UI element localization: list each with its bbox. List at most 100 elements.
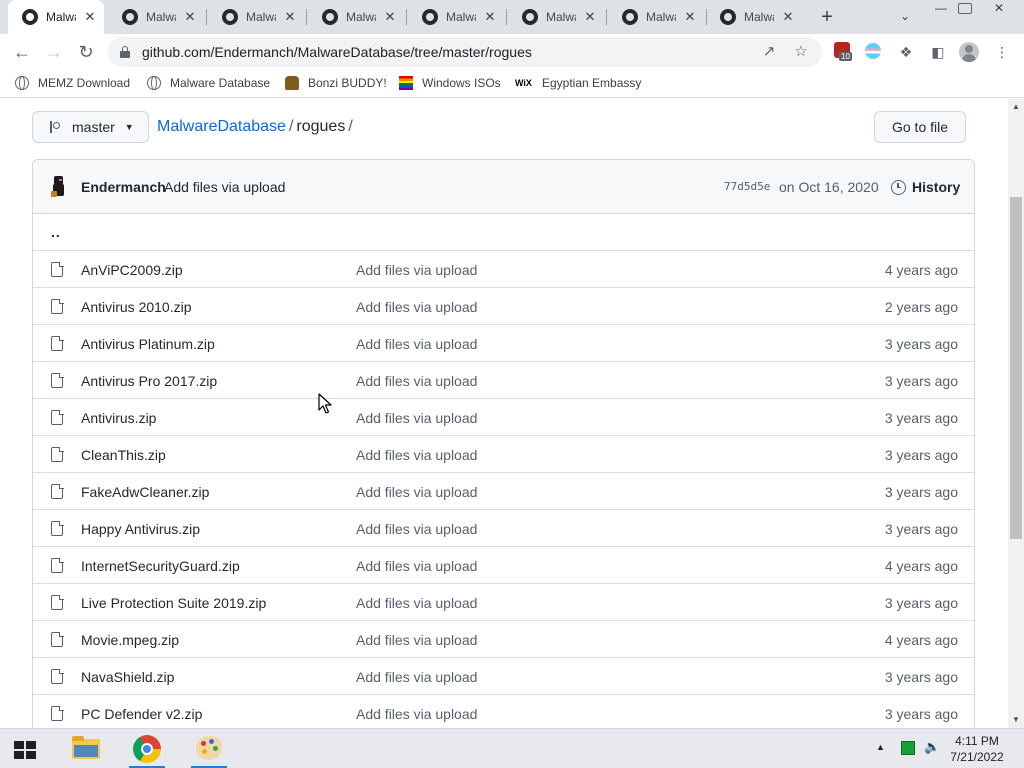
file-name-link[interactable]: Antivirus 2010.zip: [81, 299, 192, 315]
file-row[interactable]: NavaShield.zip Add files via upload 3 year…: [33, 658, 974, 695]
page-scrollbar[interactable]: ▲ ▼: [1008, 99, 1024, 728]
address-bar[interactable]: github.com/Endermanch/MalwareDatabase/tr…: [108, 37, 822, 67]
browser-tab[interactable]: Malware Database ✕: [108, 0, 204, 34]
browser-tab[interactable]: Malware Database ✕: [8, 0, 104, 34]
tab-close-icon[interactable]: ✕: [184, 9, 196, 25]
file-row[interactable]: Antivirus Pro 2017.zip Add files via uplo…: [33, 362, 974, 399]
file-name-link[interactable]: PC Defender v2.zip: [81, 706, 202, 722]
file-commit-message-link[interactable]: Add files via upload: [356, 558, 477, 574]
bookmark-egyptian-embassy[interactable]: WiX Egyptian Embassy: [515, 76, 641, 90]
commit-author-link[interactable]: Endermanch: [81, 179, 166, 195]
file-name-link[interactable]: FakeAdwCleaner.zip: [81, 484, 209, 500]
browser-tab[interactable]: Malware Database ✕: [508, 0, 604, 34]
menu-kebab-icon[interactable]: ⋮: [992, 42, 1012, 62]
author-avatar[interactable]: [49, 176, 69, 198]
file-row[interactable]: Antivirus Platinum.zip Add files via uplo…: [33, 325, 974, 362]
file-name-link[interactable]: CleanThis.zip: [81, 447, 166, 463]
profile-avatar-icon[interactable]: [959, 42, 979, 62]
new-tab-button[interactable]: +: [817, 5, 837, 29]
bookmark-bonzi-buddy[interactable]: Bonzi BUDDY!: [285, 76, 387, 90]
file-row[interactable]: InternetSecurityGuard.zip Add files via u…: [33, 547, 974, 584]
file-name-link[interactable]: AnViPC2009.zip: [81, 262, 183, 278]
bookmark-windows-isos[interactable]: Windows ISOs: [399, 76, 501, 90]
file-commit-message-link[interactable]: Add files via upload: [356, 484, 477, 500]
file-name-link[interactable]: Happy Antivirus.zip: [81, 521, 200, 537]
parent-directory-link[interactable]: ..: [51, 224, 61, 240]
forward-arrow-icon[interactable]: →: [42, 40, 66, 64]
file-row[interactable]: PC Defender v2.zip Add files via upload 3 …: [33, 695, 974, 728]
reload-icon[interactable]: ↻: [74, 40, 98, 64]
file-explorer-icon[interactable]: [66, 731, 106, 767]
browser-tab[interactable]: Malware Database ✕: [608, 0, 704, 34]
file-commit-message-link[interactable]: Add files via upload: [356, 595, 477, 611]
file-commit-message-link[interactable]: Add files via upload: [356, 410, 477, 426]
file-commit-message-link[interactable]: Add files via upload: [356, 632, 477, 648]
browser-tab[interactable]: Malware Database ✕: [308, 0, 404, 34]
browser-tab[interactable]: Malware Database ✕: [706, 0, 802, 34]
side-panel-icon[interactable]: ◧: [928, 42, 948, 62]
file-name-link[interactable]: NavaShield.zip: [81, 669, 174, 685]
file-name-link[interactable]: InternetSecurityGuard.zip: [81, 558, 240, 574]
back-arrow-icon[interactable]: ←: [10, 40, 34, 64]
file-name-link[interactable]: Movie.mpeg.zip: [81, 632, 179, 648]
scroll-up-arrow-icon[interactable]: ▲: [1008, 99, 1024, 115]
file-commit-message-link[interactable]: Add files via upload: [356, 336, 477, 352]
browser-tab[interactable]: Malware Database ✕: [208, 0, 304, 34]
file-row[interactable]: FakeAdwCleaner.zip Add files via upload 3 …: [33, 473, 974, 510]
file-commit-message-link[interactable]: Add files via upload: [356, 373, 477, 389]
close-window-button[interactable]: ✕: [984, 0, 1014, 18]
bookmark-malware-database[interactable]: Malware Database: [147, 76, 270, 90]
tab-close-icon[interactable]: ✕: [84, 9, 96, 25]
branch-select-button[interactable]: master ▼: [32, 111, 149, 143]
network-icon[interactable]: [901, 741, 915, 755]
history-link[interactable]: History: [891, 179, 960, 195]
file-row[interactable]: CleanThis.zip Add files via upload 3 years…: [33, 436, 974, 473]
browser-tab[interactable]: Malware Database ✕: [408, 0, 504, 34]
parent-directory-row[interactable]: ..: [33, 214, 974, 251]
url-text[interactable]: github.com/Endermanch/MalwareDatabase/tr…: [142, 44, 532, 60]
tab-close-icon[interactable]: ✕: [584, 9, 596, 25]
tab-close-icon[interactable]: ✕: [782, 9, 794, 25]
extensions-puzzle-icon[interactable]: ❖: [896, 42, 916, 62]
file-commit-message-link[interactable]: Add files via upload: [356, 706, 477, 722]
tab-close-icon[interactable]: ✕: [284, 9, 296, 25]
file-commit-message-link[interactable]: Add files via upload: [356, 669, 477, 685]
file-row[interactable]: Antivirus 2010.zip Add files via upload 2 …: [33, 288, 974, 325]
file-commit-message-link[interactable]: Add files via upload: [356, 521, 477, 537]
windows-start-icon[interactable]: [14, 741, 36, 759]
commit-message-link[interactable]: Add files via upload: [164, 179, 285, 195]
commit-sha-link[interactable]: 77d5d5e: [724, 180, 770, 193]
file-name-link[interactable]: Antivirus Platinum.zip: [81, 336, 215, 352]
scroll-down-arrow-icon[interactable]: ▼: [1008, 712, 1024, 728]
extension-shield-icon[interactable]: 10: [834, 42, 852, 61]
file-row[interactable]: Happy Antivirus.zip Add files via upload 3…: [33, 510, 974, 547]
tab-close-icon[interactable]: ✕: [384, 9, 396, 25]
file-name-link[interactable]: Antivirus.zip: [81, 410, 156, 426]
file-row[interactable]: AnViPC2009.zip Add files via upload 4 year…: [33, 251, 974, 288]
restore-button[interactable]: [950, 0, 980, 18]
bookmark-star-icon[interactable]: ☆: [791, 42, 811, 62]
file-row[interactable]: Live Protection Suite 2019.zip Add files …: [33, 584, 974, 621]
tab-close-icon[interactable]: ✕: [684, 9, 696, 25]
file-name-link[interactable]: Live Protection Suite 2019.zip: [81, 595, 266, 611]
scrollbar-thumb[interactable]: [1010, 197, 1022, 539]
share-icon[interactable]: ↗: [759, 42, 779, 62]
file-commit-message-link[interactable]: Add files via upload: [356, 299, 477, 315]
file-commit-message-link[interactable]: Add files via upload: [356, 262, 477, 278]
file-name-link[interactable]: Antivirus Pro 2017.zip: [81, 373, 217, 389]
file-row[interactable]: Antivirus.zip Add files via upload 3 years…: [33, 399, 974, 436]
tray-overflow-chevron-icon[interactable]: ▲: [876, 742, 885, 752]
taskbar-clock[interactable]: 4:11 PM 7/21/2022: [946, 733, 1008, 765]
file-row[interactable]: Movie.mpeg.zip Add files via upload 4 year…: [33, 621, 974, 658]
go-to-file-button[interactable]: Go to file: [874, 111, 966, 143]
breadcrumb-repo-link[interactable]: MalwareDatabase: [157, 118, 286, 135]
bookmark-memz[interactable]: MEMZ Download: [15, 76, 130, 90]
chrome-icon[interactable]: [127, 731, 167, 768]
tab-search-chevron-icon[interactable]: ⌄: [896, 7, 914, 25]
file-commit-message-link[interactable]: Add files via upload: [356, 447, 477, 463]
extension-flag-icon[interactable]: [865, 43, 881, 59]
paint-icon[interactable]: [189, 731, 229, 768]
volume-icon[interactable]: 🔈: [924, 739, 940, 755]
lock-icon[interactable]: [120, 46, 130, 58]
tab-close-icon[interactable]: ✕: [484, 9, 496, 25]
